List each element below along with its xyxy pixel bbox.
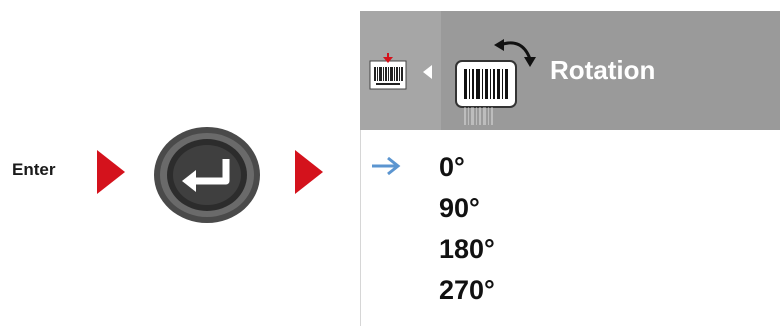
back-region[interactable] [360,11,441,130]
red-pointer-2-icon [295,150,323,194]
enter-key-icon[interactable] [152,125,262,225]
menu-header: Rotation [360,11,780,130]
barcode-label-icon [369,53,407,90]
option-label: 90° [439,193,480,223]
enter-label: Enter [12,160,56,179]
menu-title: Rotation [550,55,656,85]
option-label: 0° [439,152,465,182]
back-arrow-icon[interactable] [423,65,432,79]
panel-divider [360,130,361,326]
option-label: 180° [439,234,495,264]
option-label: 270° [439,275,495,305]
ghost-barcode-icon [464,107,493,125]
red-pointer-1-icon [97,150,125,194]
selection-arrow-icon [372,156,401,176]
